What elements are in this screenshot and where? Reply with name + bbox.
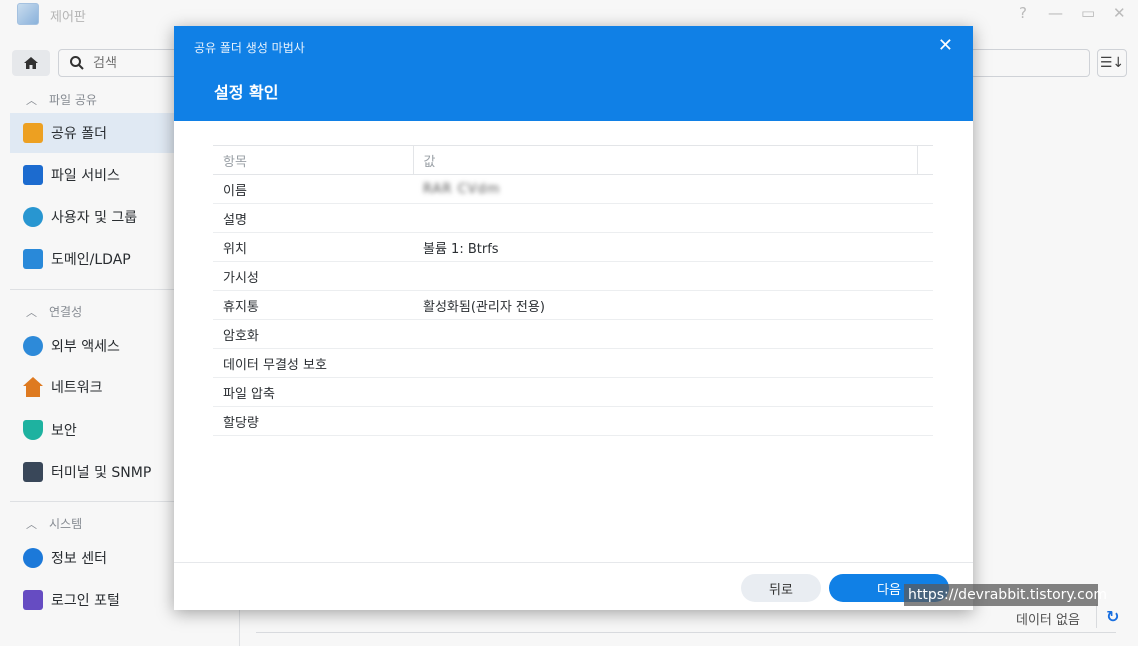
row-value (413, 261, 933, 291)
table-row: 가시성 (213, 261, 933, 291)
column-header-spacer (917, 145, 933, 175)
table-row: 설명 (213, 203, 933, 233)
modal-footer: 뒤로 다음 (174, 562, 973, 610)
table-header-row: 항목 값 (213, 145, 933, 175)
table-row: 휴지통 활성화됨(관리자 전용) (213, 290, 933, 320)
row-item: 가시성 (213, 261, 413, 291)
column-header-value[interactable]: 값 (413, 145, 918, 175)
row-item: 할당량 (213, 406, 413, 436)
column-header-item[interactable]: 항목 (213, 145, 414, 175)
wizard-title: 공유 폴더 생성 마법사 (194, 41, 305, 55)
row-value (413, 203, 933, 233)
row-value: RAR CVdm (413, 174, 933, 204)
table-row: 파일 압축 (213, 377, 933, 407)
table-row: 데이터 무결성 보호 (213, 348, 933, 378)
table-row: 이름 RAR CVdm (213, 174, 933, 204)
row-item: 파일 압축 (213, 377, 413, 407)
row-item: 이름 (213, 174, 413, 204)
row-item: 데이터 무결성 보호 (213, 348, 413, 378)
watermark: https://devrabbit.tistory.com (904, 584, 1107, 606)
row-value: 볼륨 1: Btrfs (413, 232, 933, 262)
row-value (413, 377, 933, 407)
row-item: 설명 (213, 203, 413, 233)
row-value (413, 406, 933, 436)
settings-summary-table: 항목 값 이름 RAR CVdm 설명 위치 볼륨 1: Btrfs 가시성 휴지통… (213, 145, 933, 436)
modal-header: 공유 폴더 생성 마법사 ✕ 설정 확인 (174, 26, 973, 121)
table-row: 위치 볼륨 1: Btrfs (213, 232, 933, 262)
back-button[interactable]: 뒤로 (741, 574, 821, 602)
row-value: 활성화됨(관리자 전용) (413, 290, 933, 320)
close-icon[interactable]: ✕ (938, 35, 953, 56)
blurred-name-value: RAR CVdm (423, 181, 501, 197)
row-value (413, 348, 933, 378)
table-row: 할당량 (213, 406, 933, 436)
row-value (413, 319, 933, 349)
create-shared-folder-wizard: 공유 폴더 생성 마법사 ✕ 설정 확인 항목 값 이름 RAR CVdm 설명 … (174, 26, 973, 610)
row-item: 위치 (213, 232, 413, 262)
row-item: 휴지통 (213, 290, 413, 320)
step-title: 설정 확인 (214, 83, 279, 102)
row-item: 암호화 (213, 319, 413, 349)
table-row: 암호화 (213, 319, 933, 349)
